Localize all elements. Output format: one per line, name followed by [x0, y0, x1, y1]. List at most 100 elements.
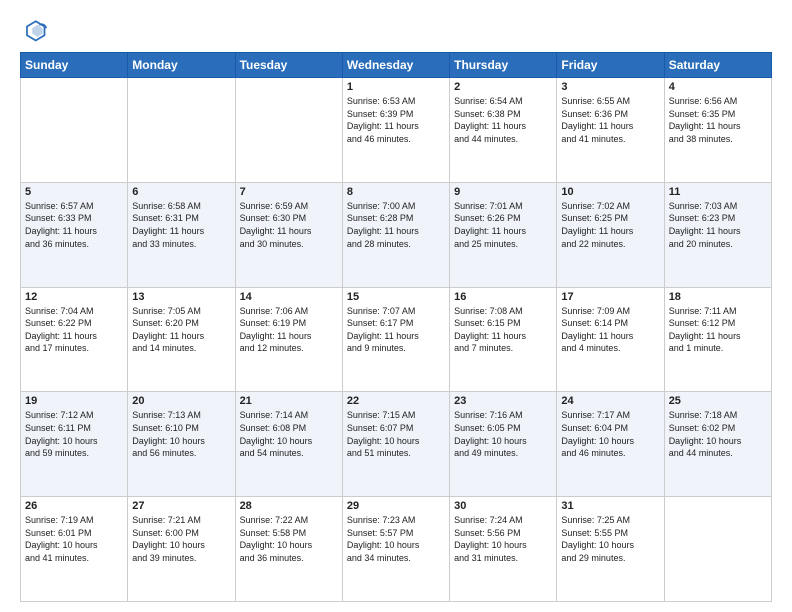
day-header-friday: Friday: [557, 53, 664, 78]
day-info: Sunrise: 7:08 AM Sunset: 6:15 PM Dayligh…: [454, 305, 552, 355]
day-info: Sunrise: 7:12 AM Sunset: 6:11 PM Dayligh…: [25, 409, 123, 459]
calendar-cell: 13 Sunrise: 7:05 AM Sunset: 6:20 PM Dayli…: [128, 287, 235, 392]
day-info: Sunrise: 7:13 AM Sunset: 6:10 PM Dayligh…: [132, 409, 230, 459]
day-number: 7: [240, 186, 338, 198]
day-info: Sunrise: 7:09 AM Sunset: 6:14 PM Dayligh…: [561, 305, 659, 355]
day-info: Sunrise: 7:25 AM Sunset: 5:55 PM Dayligh…: [561, 514, 659, 564]
header: [20, 16, 772, 44]
day-number: 8: [347, 186, 445, 198]
calendar-cell: [235, 78, 342, 183]
day-number: 31: [561, 500, 659, 512]
calendar-cell: 7 Sunrise: 6:59 AM Sunset: 6:30 PM Daylig…: [235, 182, 342, 287]
day-header-thursday: Thursday: [450, 53, 557, 78]
calendar-week-5: 26 Sunrise: 7:19 AM Sunset: 6:01 PM Dayli…: [21, 497, 772, 602]
day-info: Sunrise: 7:06 AM Sunset: 6:19 PM Dayligh…: [240, 305, 338, 355]
calendar-cell: 14 Sunrise: 7:06 AM Sunset: 6:19 PM Dayli…: [235, 287, 342, 392]
day-number: 18: [669, 291, 767, 303]
day-number: 15: [347, 291, 445, 303]
calendar-cell: 28 Sunrise: 7:22 AM Sunset: 5:58 PM Dayli…: [235, 497, 342, 602]
calendar-table: SundayMondayTuesdayWednesdayThursdayFrid…: [20, 52, 772, 602]
calendar-cell: 2 Sunrise: 6:54 AM Sunset: 6:38 PM Daylig…: [450, 78, 557, 183]
day-info: Sunrise: 7:17 AM Sunset: 6:04 PM Dayligh…: [561, 409, 659, 459]
calendar-cell: 17 Sunrise: 7:09 AM Sunset: 6:14 PM Dayli…: [557, 287, 664, 392]
calendar-cell: 15 Sunrise: 7:07 AM Sunset: 6:17 PM Dayli…: [342, 287, 449, 392]
day-number: 9: [454, 186, 552, 198]
calendar-cell: 9 Sunrise: 7:01 AM Sunset: 6:26 PM Daylig…: [450, 182, 557, 287]
calendar-cell: 22Sunrise: 7:15 AM Sunset: 6:07 PM Dayli…: [342, 392, 449, 497]
day-number: 12: [25, 291, 123, 303]
day-info: Sunrise: 7:07 AM Sunset: 6:17 PM Dayligh…: [347, 305, 445, 355]
calendar-cell: [664, 497, 771, 602]
day-info: Sunrise: 7:03 AM Sunset: 6:23 PM Dayligh…: [669, 200, 767, 250]
calendar-cell: 25 Sunrise: 7:18 AM Sunset: 6:02 PM Dayli…: [664, 392, 771, 497]
calendar-week-3: 12 Sunrise: 7:04 AM Sunset: 6:22 PM Dayli…: [21, 287, 772, 392]
day-number: 23: [454, 395, 552, 407]
day-number: 14: [240, 291, 338, 303]
day-number: 28: [240, 500, 338, 512]
day-number: 10: [561, 186, 659, 198]
calendar-cell: 29Sunrise: 7:23 AM Sunset: 5:57 PM Dayli…: [342, 497, 449, 602]
day-number: 17: [561, 291, 659, 303]
day-number: 13: [132, 291, 230, 303]
page: SundayMondayTuesdayWednesdayThursdayFrid…: [0, 0, 792, 612]
logo: [20, 16, 52, 44]
day-info: Sunrise: 7:22 AM Sunset: 5:58 PM Dayligh…: [240, 514, 338, 564]
calendar-cell: 4Sunrise: 6:56 AM Sunset: 6:35 PM Daylig…: [664, 78, 771, 183]
calendar-cell: 26 Sunrise: 7:19 AM Sunset: 6:01 PM Dayli…: [21, 497, 128, 602]
calendar-cell: 24 Sunrise: 7:17 AM Sunset: 6:04 PM Dayli…: [557, 392, 664, 497]
day-number: 11: [669, 186, 767, 198]
day-info: Sunrise: 6:53 AM Sunset: 6:39 PM Dayligh…: [347, 95, 445, 145]
day-number: 21: [240, 395, 338, 407]
day-number: 16: [454, 291, 552, 303]
calendar-cell: 16 Sunrise: 7:08 AM Sunset: 6:15 PM Dayli…: [450, 287, 557, 392]
day-info: Sunrise: 7:05 AM Sunset: 6:20 PM Dayligh…: [132, 305, 230, 355]
day-info: Sunrise: 7:19 AM Sunset: 6:01 PM Dayligh…: [25, 514, 123, 564]
day-info: Sunrise: 7:11 AM Sunset: 6:12 PM Dayligh…: [669, 305, 767, 355]
day-number: 27: [132, 500, 230, 512]
day-info: Sunrise: 7:02 AM Sunset: 6:25 PM Dayligh…: [561, 200, 659, 250]
day-info: Sunrise: 7:00 AM Sunset: 6:28 PM Dayligh…: [347, 200, 445, 250]
day-info: Sunrise: 6:55 AM Sunset: 6:36 PM Dayligh…: [561, 95, 659, 145]
day-header-wednesday: Wednesday: [342, 53, 449, 78]
calendar-cell: 6 Sunrise: 6:58 AM Sunset: 6:31 PM Daylig…: [128, 182, 235, 287]
day-info: Sunrise: 7:01 AM Sunset: 6:26 PM Dayligh…: [454, 200, 552, 250]
logo-icon: [20, 16, 48, 44]
day-info: Sunrise: 7:24 AM Sunset: 5:56 PM Dayligh…: [454, 514, 552, 564]
day-number: 26: [25, 500, 123, 512]
day-number: 1: [347, 81, 445, 93]
day-number: 24: [561, 395, 659, 407]
day-info: Sunrise: 6:56 AM Sunset: 6:35 PM Dayligh…: [669, 95, 767, 145]
calendar-cell: 3 Sunrise: 6:55 AM Sunset: 6:36 PM Daylig…: [557, 78, 664, 183]
day-info: Sunrise: 6:57 AM Sunset: 6:33 PM Dayligh…: [25, 200, 123, 250]
calendar-cell: 12 Sunrise: 7:04 AM Sunset: 6:22 PM Dayli…: [21, 287, 128, 392]
day-header-sunday: Sunday: [21, 53, 128, 78]
calendar-week-2: 5Sunrise: 6:57 AM Sunset: 6:33 PM Daylig…: [21, 182, 772, 287]
calendar-cell: [21, 78, 128, 183]
calendar-header-row: SundayMondayTuesdayWednesdayThursdayFrid…: [21, 53, 772, 78]
calendar-cell: 11 Sunrise: 7:03 AM Sunset: 6:23 PM Dayli…: [664, 182, 771, 287]
calendar-cell: 30 Sunrise: 7:24 AM Sunset: 5:56 PM Dayli…: [450, 497, 557, 602]
calendar-cell: 20 Sunrise: 7:13 AM Sunset: 6:10 PM Dayli…: [128, 392, 235, 497]
day-info: Sunrise: 7:14 AM Sunset: 6:08 PM Dayligh…: [240, 409, 338, 459]
day-number: 2: [454, 81, 552, 93]
day-info: Sunrise: 6:58 AM Sunset: 6:31 PM Dayligh…: [132, 200, 230, 250]
calendar-week-4: 19 Sunrise: 7:12 AM Sunset: 6:11 PM Dayli…: [21, 392, 772, 497]
day-number: 6: [132, 186, 230, 198]
day-info: Sunrise: 6:54 AM Sunset: 6:38 PM Dayligh…: [454, 95, 552, 145]
day-number: 30: [454, 500, 552, 512]
day-info: Sunrise: 7:18 AM Sunset: 6:02 PM Dayligh…: [669, 409, 767, 459]
day-number: 20: [132, 395, 230, 407]
day-info: Sunrise: 7:21 AM Sunset: 6:00 PM Dayligh…: [132, 514, 230, 564]
day-number: 19: [25, 395, 123, 407]
calendar-cell: 21 Sunrise: 7:14 AM Sunset: 6:08 PM Dayli…: [235, 392, 342, 497]
day-number: 25: [669, 395, 767, 407]
day-info: Sunrise: 7:04 AM Sunset: 6:22 PM Dayligh…: [25, 305, 123, 355]
day-info: Sunrise: 7:23 AM Sunset: 5:57 PM Dayligh…: [347, 514, 445, 564]
calendar-cell: 18 Sunrise: 7:11 AM Sunset: 6:12 PM Dayli…: [664, 287, 771, 392]
calendar-cell: [128, 78, 235, 183]
calendar-cell: 1 Sunrise: 6:53 AM Sunset: 6:39 PM Daylig…: [342, 78, 449, 183]
day-info: Sunrise: 6:59 AM Sunset: 6:30 PM Dayligh…: [240, 200, 338, 250]
calendar-cell: 19 Sunrise: 7:12 AM Sunset: 6:11 PM Dayli…: [21, 392, 128, 497]
calendar-cell: 31 Sunrise: 7:25 AM Sunset: 5:55 PM Dayli…: [557, 497, 664, 602]
day-number: 3: [561, 81, 659, 93]
